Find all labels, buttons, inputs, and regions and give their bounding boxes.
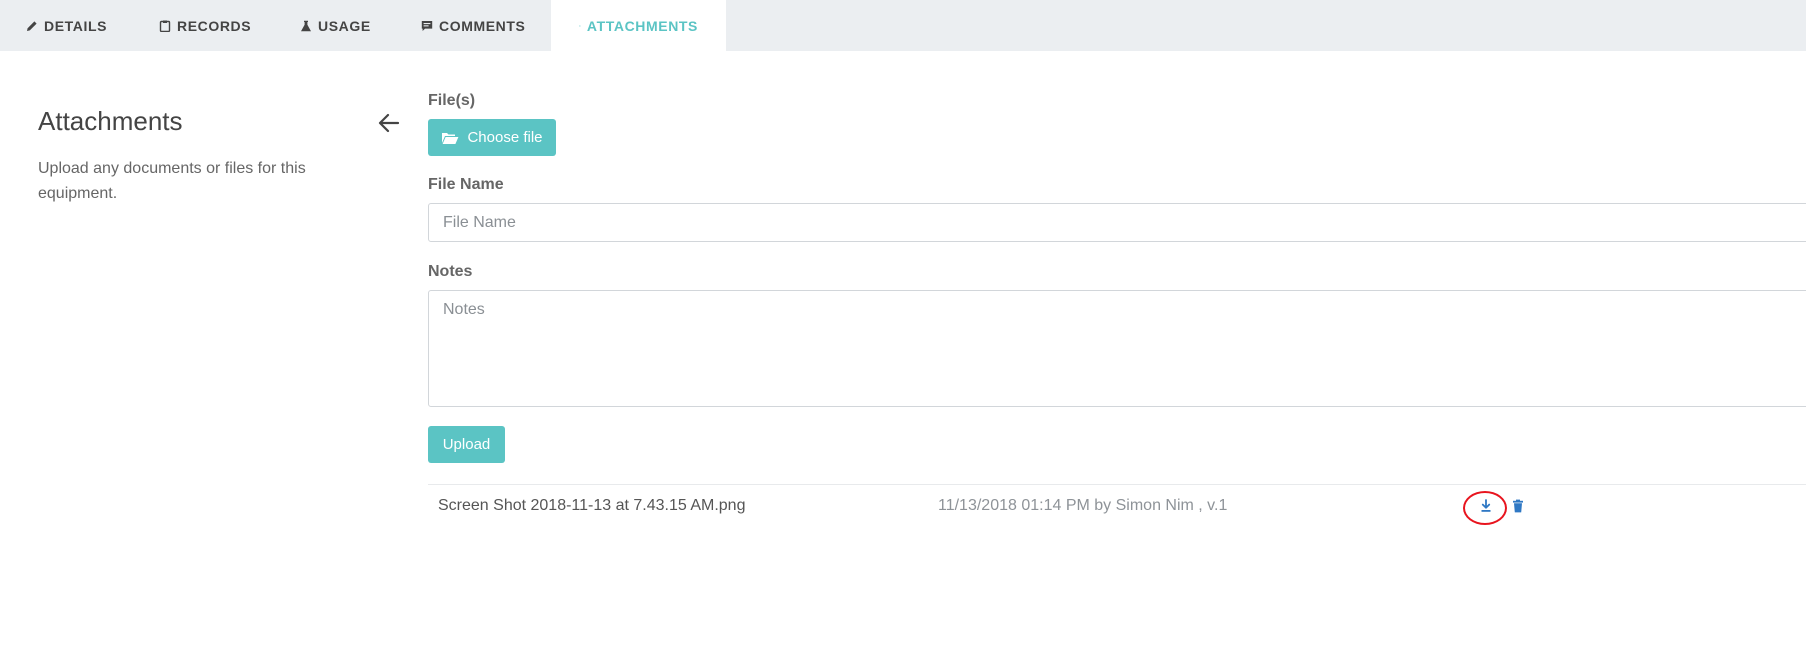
attachment-file-name[interactable]: Screen Shot 2018-11-13 at 7.43.15 AM.png (438, 497, 745, 515)
arrow-left-icon[interactable] (376, 110, 402, 136)
notes-textarea[interactable] (428, 290, 1806, 407)
file-name-input[interactable] (428, 203, 1806, 242)
tab-bar: DETAILS RECORDS USAGE COMMENTS ATTACHMEN… (0, 0, 1806, 51)
tab-comments[interactable]: COMMENTS (421, 0, 525, 51)
section-title: Attachments (38, 106, 183, 136)
download-icon[interactable] (1479, 499, 1493, 513)
tab-label: ATTACHMENTS (586, 17, 698, 34)
attachment-row: Screen Shot 2018-11-13 at 7.43.15 AM.png… (428, 484, 1806, 528)
flask-icon (301, 20, 311, 31)
clipboard-icon (159, 20, 171, 32)
tab-details[interactable]: DETAILS (26, 0, 107, 51)
upload-label: Upload (442, 436, 491, 453)
paperclip-icon (579, 24, 581, 27)
pencil-icon (27, 20, 37, 31)
folder-open-icon (442, 132, 459, 144)
tab-records[interactable]: RECORDS (159, 0, 251, 51)
tab-label: USAGE (318, 17, 371, 34)
choose-file-label: Choose file (467, 129, 543, 146)
attachment-meta: 11/13/2018 01:14 PM by Simon Nim , v.1 (938, 497, 1228, 514)
trash-icon[interactable] (1511, 499, 1525, 513)
tab-attachments[interactable]: ATTACHMENTS (551, 0, 726, 51)
tab-label: DETAILS (44, 17, 108, 34)
tab-label: RECORDS (177, 17, 252, 34)
notes-label: Notes (428, 263, 473, 280)
tab-usage[interactable]: USAGE (300, 0, 371, 51)
comment-icon (421, 20, 433, 31)
files-label: File(s) (428, 92, 476, 109)
upload-button[interactable]: Upload (428, 426, 505, 463)
choose-file-button[interactable]: Choose file (428, 119, 556, 156)
section-description: Upload any documents or files for this e… (38, 160, 306, 202)
file-name-label: File Name (428, 176, 504, 193)
tab-label: COMMENTS (439, 17, 526, 34)
